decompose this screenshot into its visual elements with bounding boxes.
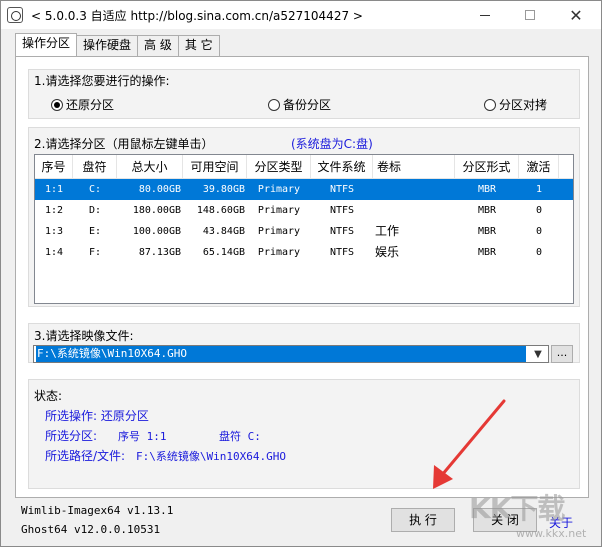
ghost-version: Ghost64 v12.0.0.10531 <box>21 523 161 536</box>
cell-form: MBR <box>477 184 497 195</box>
minimize-button[interactable] <box>463 1 507 29</box>
col-header-label[interactable]: 卷标 <box>373 155 455 179</box>
status-label: 状态: <box>34 389 63 403</box>
cell-index: 1:4 <box>44 247 64 258</box>
cell-label: 工作 <box>375 224 400 238</box>
cell-label <box>373 200 455 221</box>
cell-type: Primary <box>257 247 301 258</box>
radio-backup-label: 备份分区 <box>283 98 332 112</box>
cell-total: 100.00GB <box>132 226 181 237</box>
cell-fs: NTFS <box>329 226 355 237</box>
tab-other[interactable]: 其 它 <box>177 35 220 56</box>
table-row[interactable]: 1:3 E: 100.00GB 43.84GB Primary NTFS 工作 … <box>35 221 573 242</box>
cell-type: Primary <box>257 226 301 237</box>
image-file-value: F:\系统镜像\Win10X64.GHO <box>36 346 526 362</box>
operation-label: 1.请选择您要进行的操作: <box>34 74 170 88</box>
radio-unchecked-icon <box>484 98 496 111</box>
cell-free: 39.80GB <box>202 184 245 195</box>
status-operation: 所选操作: 还原分区 <box>45 409 149 423</box>
app-window: < 5.0.0.3 自适应 http://blog.sina.com.cn/a5… <box>0 0 602 547</box>
cell-form: MBR <box>477 226 497 237</box>
status-partition-index-text: 序号 1:1 <box>118 430 167 443</box>
cell-active: 0 <box>535 226 543 237</box>
col-header-active[interactable]: 激活 <box>519 155 559 179</box>
cell-label: 娱乐 <box>375 245 400 259</box>
status-partition-drive: 盘符 C: <box>219 428 261 444</box>
cell-total: 80.00GB <box>138 184 181 195</box>
cell-active: 0 <box>535 205 543 216</box>
cell-fs: NTFS <box>329 247 355 258</box>
col-header-drive[interactable]: 盘符 <box>73 155 117 179</box>
table-row[interactable]: 1:4 F: 87.13GB 65.14GB Primary NTFS 娱乐 M… <box>35 242 573 263</box>
close-icon: ✕ <box>569 5 583 25</box>
col-header-fs[interactable]: 文件系统 <box>311 155 373 179</box>
watermark-logo: KK下载 <box>469 492 565 525</box>
radio-checked-icon <box>51 98 63 111</box>
cell-index: 1:2 <box>44 205 64 216</box>
tab-advanced[interactable]: 高 级 <box>137 35 179 56</box>
radio-copy-label: 分区对拷 <box>499 98 548 112</box>
cell-free: 43.84GB <box>202 226 245 237</box>
title-bar[interactable]: < 5.0.0.3 自适应 http://blog.sina.com.cn/a5… <box>1 1 601 29</box>
cell-total: 180.00GB <box>132 205 181 216</box>
cell-free: 148.60GB <box>196 205 245 216</box>
execute-button[interactable]: 执 行 <box>391 508 455 532</box>
cell-total: 87.13GB <box>138 247 181 258</box>
cell-drive: D: <box>88 205 102 216</box>
cell-drive: F: <box>88 247 102 258</box>
cell-form: MBR <box>477 247 497 258</box>
status-partition-index: 序号 1:1 <box>118 428 167 444</box>
radio-unchecked-icon <box>268 98 280 111</box>
minimize-icon <box>480 14 490 16</box>
col-header-index[interactable]: 序号 <box>35 155 73 179</box>
col-header-total[interactable]: 总大小 <box>117 155 183 179</box>
status-group <box>28 379 580 489</box>
cell-drive: E: <box>88 226 102 237</box>
status-path-text: F:\系统镜像\Win10X64.GHO <box>136 450 286 463</box>
cell-active: 1 <box>535 184 543 195</box>
close-window-button[interactable]: ✕ <box>554 1 598 29</box>
maximize-icon <box>525 10 535 20</box>
browse-button[interactable]: ... <box>551 345 573 363</box>
cell-free: 65.14GB <box>202 247 245 258</box>
status-path-label: 所选路径/文件: <box>45 449 126 463</box>
col-header-type[interactable]: 分区类型 <box>247 155 311 179</box>
wimlib-version: Wimlib-Imagex64 v1.13.1 <box>21 504 174 517</box>
col-header-free[interactable]: 可用空间 <box>183 155 247 179</box>
status-partition-drive-text: 盘符 C: <box>219 430 261 443</box>
cell-fs: NTFS <box>329 184 355 195</box>
cell-label <box>373 179 455 200</box>
cell-active: 0 <box>535 247 543 258</box>
image-file-label: 3.请选择映像文件: <box>34 329 134 343</box>
app-icon <box>7 7 23 23</box>
chevron-down-icon[interactable]: ▼ <box>528 346 548 362</box>
table-row[interactable]: 1:2 D: 180.00GB 148.60GB Primary NTFS MB… <box>35 200 573 221</box>
table-header: 序号 盘符 总大小 可用空间 分区类型 文件系统 卷标 分区形式 激活 <box>35 155 573 179</box>
image-file-combobox[interactable]: F:\系统镜像\Win10X64.GHO ▼ <box>33 345 549 363</box>
table-row[interactable]: 1:1 C: 80.00GB 39.80GB Primary NTFS MBR … <box>35 179 573 200</box>
cell-index: 1:1 <box>44 184 64 195</box>
status-path: F:\系统镜像\Win10X64.GHO <box>136 448 286 464</box>
maximize-button[interactable] <box>508 1 552 29</box>
cell-type: Primary <box>257 184 301 195</box>
cell-drive: C: <box>88 184 102 195</box>
window-title: < 5.0.0.3 自适应 http://blog.sina.com.cn/a5… <box>31 9 363 23</box>
partition-label: 2.请选择分区（用鼠标左键单击） <box>34 137 214 151</box>
radio-backup[interactable]: 备份分区 <box>268 96 331 113</box>
cell-fs: NTFS <box>329 205 355 216</box>
cell-index: 1:3 <box>44 226 64 237</box>
watermark-url: www.kkx.net <box>516 527 587 540</box>
tab-disk-ops[interactable]: 操作硬盘 <box>76 35 139 56</box>
col-header-form[interactable]: 分区形式 <box>455 155 519 179</box>
status-partition-label: 所选分区: <box>45 429 98 443</box>
tab-bar: 操作分区 操作硬盘 高 级 其 它 <box>15 33 220 56</box>
radio-restore-label: 还原分区 <box>66 98 115 112</box>
partition-table: 序号 盘符 总大小 可用空间 分区类型 文件系统 卷标 分区形式 激活 1:1 … <box>34 154 574 304</box>
radio-restore[interactable]: 还原分区 <box>51 96 114 113</box>
cell-form: MBR <box>477 205 497 216</box>
radio-copy[interactable]: 分区对拷 <box>484 96 547 113</box>
tab-partition-ops[interactable]: 操作分区 <box>15 33 78 56</box>
system-disk-note: (系统盘为C:盘) <box>291 137 373 151</box>
cell-type: Primary <box>257 205 301 216</box>
